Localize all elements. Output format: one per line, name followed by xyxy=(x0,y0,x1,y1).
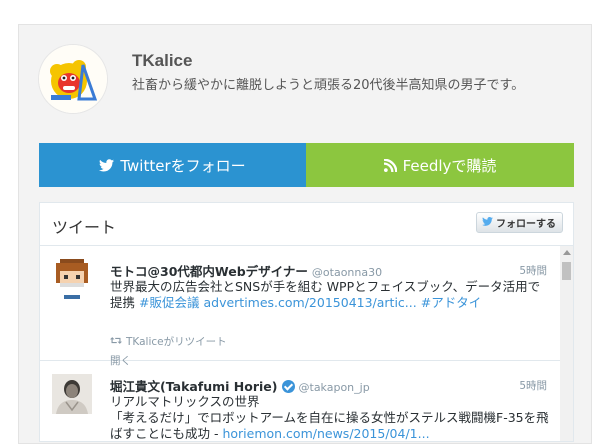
scrollbar-thumb[interactable] xyxy=(562,262,571,280)
tweet-link[interactable]: horiemon.com/news/2015/04/1... xyxy=(222,426,429,441)
profile-widget: TKalice 社畜から緩やかに離脱しようと頑張る20代後半高知県の男子です。 … xyxy=(18,24,592,444)
profile-description: 社畜から緩やかに離脱しようと頑張る20代後半高知県の男子です。 xyxy=(132,78,525,93)
tweet[interactable]: 堀江貴文(Takafumi Horie) @takapon_jp 5時間 リアルマ… xyxy=(40,361,573,441)
tweet-hashtag[interactable]: #販促会議 xyxy=(139,295,199,310)
timeline-scrollbar[interactable] xyxy=(560,246,573,441)
timeline-header: ツイート フォローする xyxy=(40,203,573,246)
twitter-follow-button[interactable]: Twitterをフォロー xyxy=(39,143,306,187)
tweet[interactable]: モトコ@30代都内Webデザイナー @otaonna30 5時間 世界最大の広告会… xyxy=(40,246,573,367)
tweet-author-name[interactable]: 堀江貴文(Takafumi Horie) @takapon_jp xyxy=(110,376,370,395)
tweet-author-handle[interactable]: @otaonna30 xyxy=(312,266,382,279)
tweet-body-line: リアルマトリックスの世界 xyxy=(110,394,260,409)
tweet-author-handle[interactable]: @takapon_jp xyxy=(299,381,370,394)
feedly-subscribe-label: Feedlyで購読 xyxy=(402,156,497,175)
tweet-author-display-name[interactable]: モトコ@30代都内Webデザイナー xyxy=(110,264,308,279)
twitter-timeline: ツイート フォローする モトコ@30代都内Webデザイナー @otaonna30… xyxy=(39,202,574,442)
tweet-link[interactable]: advertimes.com/20150413/artic... xyxy=(203,295,416,310)
tweet-hashtag[interactable]: #アドタイ xyxy=(421,295,481,310)
tweet-timestamp[interactable]: 5時間 xyxy=(519,263,547,278)
twitter-bird-icon xyxy=(482,216,493,229)
tweet-timestamp[interactable]: 5時間 xyxy=(519,378,547,393)
timeline-follow-label: フォローする xyxy=(496,219,556,230)
verified-badge-icon xyxy=(281,380,295,393)
retweet-context: TKaliceがリツイート xyxy=(110,334,227,349)
timeline-title: ツイート xyxy=(52,218,117,237)
tweet-author-avatar[interactable] xyxy=(52,374,92,414)
tweet-author-name[interactable]: モトコ@30代都内Webデザイナー @otaonna30 xyxy=(110,261,382,280)
retweet-icon xyxy=(110,336,122,348)
scroll-up-arrow-icon[interactable] xyxy=(563,250,571,255)
tweet-text: 世界最大の広告会社とSNSが手を組む WPPとフェイスブック、データ活用で提携 … xyxy=(110,279,550,311)
profile-name: TKalice xyxy=(132,51,193,70)
retweet-label: TKaliceがリツイート xyxy=(126,336,227,348)
twitter-bird-icon xyxy=(99,158,115,172)
feedly-subscribe-button[interactable]: Feedlyで購読 xyxy=(306,143,574,187)
tweet-author-display-name[interactable]: 堀江貴文(Takafumi Horie) xyxy=(110,379,278,394)
tweet-author-avatar[interactable] xyxy=(52,259,92,299)
twitter-follow-label: Twitterをフォロー xyxy=(120,156,246,175)
timeline-follow-button[interactable]: フォローする xyxy=(476,212,563,233)
profile-avatar[interactable] xyxy=(39,45,107,113)
rss-icon xyxy=(383,158,397,172)
